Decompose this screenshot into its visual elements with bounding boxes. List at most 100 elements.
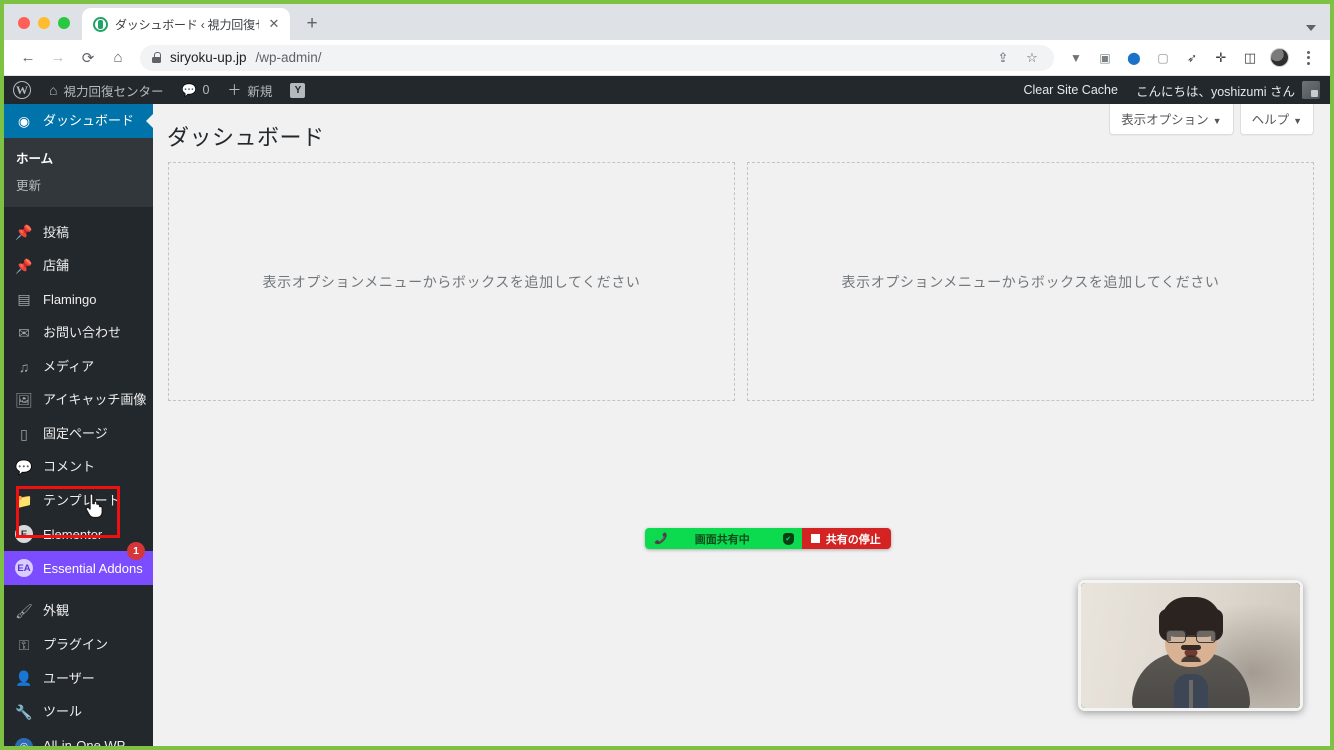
sidebar-item-pages[interactable]: ▯ 固定ページ bbox=[4, 417, 153, 451]
postbox-container-left[interactable]: 表示オプションメニューからボックスを追加してください bbox=[168, 162, 735, 401]
comments-menu[interactable]: 💬 0 bbox=[172, 76, 218, 104]
chevron-down-icon: ▼ bbox=[1293, 116, 1302, 126]
puzzle-extensions-icon[interactable]: ✛ bbox=[1207, 44, 1235, 72]
sidebar-item-ai1wm-migration[interactable]: ◎ All-in-One WP Migration bbox=[4, 729, 153, 746]
grammar-extension-icon[interactable]: ⬤ bbox=[1120, 44, 1148, 72]
empty-container-text: 表示オプションメニューからボックスを追加してください bbox=[841, 273, 1220, 290]
sidebar-item-label: ユーザー bbox=[43, 670, 95, 686]
screen-share-status-label: 画面共有中 bbox=[694, 533, 750, 546]
lock-icon bbox=[152, 52, 161, 63]
comment-icon: 💬 bbox=[15, 459, 33, 476]
sidebar-item-label: お問い合わせ bbox=[43, 325, 122, 341]
envelope-icon: ✉ bbox=[18, 324, 30, 341]
sidebar-item-comments[interactable]: 💬 コメント bbox=[4, 450, 153, 484]
sidebar-item-label: 外観 bbox=[43, 603, 70, 619]
image-icon: 🖼 bbox=[15, 392, 33, 409]
sidebar-item-users[interactable]: 👤 ユーザー bbox=[4, 662, 153, 696]
browser-toolbar: ← → ⟳ ⌂ siryoku-up.jp/wp-admin/ ⇪ ☆ ▼ ▣ … bbox=[4, 40, 1330, 76]
contacts-icon: ▤ bbox=[17, 291, 31, 308]
yoast-seo-menu[interactable]: Y bbox=[281, 76, 314, 104]
bookmark-star-icon[interactable]: ☆ bbox=[1022, 48, 1042, 68]
new-content-menu[interactable]: ＋ 新規 bbox=[218, 76, 281, 104]
screenshot-camera-icon[interactable]: ▣ bbox=[1091, 44, 1119, 72]
screen-options-button[interactable]: 表示オプション ▼ bbox=[1109, 104, 1234, 135]
submenu-item-home[interactable]: ホーム bbox=[4, 144, 153, 171]
wordpress-logo-icon: W bbox=[13, 81, 31, 99]
vimeo-extension-icon[interactable]: ▼ bbox=[1062, 44, 1090, 72]
plus-icon: ＋ bbox=[227, 82, 242, 98]
admin-sidebar-menu: ◉ ダッシュボード ホーム 更新 📌 投稿 📌 店舗 ▤ Flamingo ✉ … bbox=[4, 104, 153, 746]
url-path: /wp-admin/ bbox=[255, 50, 322, 65]
sidebar-item-label: アイキャッチ画像 bbox=[43, 392, 147, 408]
yoast-icon: Y bbox=[290, 82, 306, 98]
new-tab-button[interactable]: + bbox=[298, 10, 326, 38]
new-content-label: 新規 bbox=[247, 84, 273, 99]
user-avatar[interactable] bbox=[1302, 81, 1320, 99]
sidebar-item-label: All-in-One WP Migration bbox=[43, 737, 126, 746]
browser-menu-icon[interactable] bbox=[1294, 44, 1322, 72]
screen-share-frame: ダッシュボード ‹ 視力回復センタ… ✕ + ← → ⟳ ⌂ siryoku-u… bbox=[0, 0, 1334, 750]
metabox-holder: 表示オプションメニューからボックスを追加してください 表示オプションメニューから… bbox=[153, 162, 1330, 401]
maximize-window-button[interactable] bbox=[58, 17, 70, 29]
reload-icon[interactable]: ⟳ bbox=[74, 44, 102, 72]
menu-separator bbox=[4, 206, 153, 216]
sidebar-item-plugins[interactable]: ⚿ プラグイン bbox=[4, 628, 153, 662]
tab-close-icon[interactable]: ✕ bbox=[266, 16, 282, 32]
howdy-label: こんにちは、yoshizumi さん bbox=[1135, 84, 1295, 99]
sidebar-item-label: プラグイン bbox=[43, 637, 109, 653]
stop-sharing-label: 共有の停止 bbox=[825, 533, 881, 546]
back-icon[interactable]: ← bbox=[14, 44, 42, 72]
sidebar-item-tools[interactable]: 🔧 ツール bbox=[4, 695, 153, 729]
avatar[interactable] bbox=[1265, 44, 1293, 72]
site-name-menu[interactable]: ⌂ 視力回復センター bbox=[40, 76, 172, 104]
screen-share-status-bar: 📞 画面共有中 ✔ 共有の停止 bbox=[645, 528, 891, 549]
sidebar-item-label: メディア bbox=[43, 358, 95, 374]
clear-site-cache-button[interactable]: Clear Site Cache bbox=[1014, 76, 1127, 104]
loom-extension-icon[interactable]: ➶ bbox=[1178, 44, 1206, 72]
submenu-item-updates[interactable]: 更新 bbox=[4, 171, 153, 198]
address-bar[interactable]: siryoku-up.jp/wp-admin/ ⇪ ☆ bbox=[140, 44, 1054, 71]
screen-options-label: 表示オプション bbox=[1121, 113, 1209, 127]
side-panel-icon[interactable]: ◫ bbox=[1236, 44, 1264, 72]
tab-strip-right bbox=[1306, 25, 1330, 40]
sidebar-item-appearance[interactable]: 🖌 外観 bbox=[4, 594, 153, 628]
extension-icons: ▼ ▣ ⬤ ▢ ➶ ✛ ◫ bbox=[1062, 44, 1322, 72]
sidebar-item-templates[interactable]: 📁 テンプレート bbox=[4, 484, 153, 518]
sidebar-item-flamingo[interactable]: ▤ Flamingo bbox=[4, 283, 153, 317]
howdy-menu[interactable]: こんにちは、yoshizumi さん bbox=[1127, 76, 1295, 104]
tab-title: ダッシュボード ‹ 視力回復センタ… bbox=[115, 17, 259, 32]
elementor-icon: E bbox=[14, 525, 34, 544]
sidebar-item-posts[interactable]: 📌 投稿 bbox=[4, 216, 153, 250]
wp-logo-menu[interactable]: W bbox=[4, 76, 40, 104]
sidebar-item-featured-image[interactable]: 🖼 アイキャッチ画像 bbox=[4, 383, 153, 417]
browser-tab[interactable]: ダッシュボード ‹ 視力回復センタ… ✕ bbox=[82, 8, 290, 40]
webcam-subject-beard bbox=[1175, 645, 1206, 669]
sidebar-item-label: 投稿 bbox=[43, 224, 70, 240]
webcam-subject-glasses bbox=[1165, 629, 1216, 643]
help-button[interactable]: ヘルプ ▼ bbox=[1239, 104, 1314, 135]
comment-bubble-icon: 💬 bbox=[181, 83, 197, 97]
wrench-icon: 🔧 bbox=[15, 703, 33, 720]
postbox-container-right[interactable]: 表示オプションメニューからボックスを追加してください bbox=[747, 162, 1314, 401]
dashboard-submenu: ホーム 更新 bbox=[4, 137, 153, 207]
sidebar-item-dashboard[interactable]: ◉ ダッシュボード bbox=[4, 104, 153, 138]
empty-container-text: 表示オプションメニューからボックスを追加してください bbox=[262, 273, 641, 290]
chevron-down-icon: ▼ bbox=[1212, 116, 1222, 126]
webcam-video-thumbnail[interactable] bbox=[1078, 580, 1303, 711]
sidebar-item-essential-addons[interactable]: EA Essential Addons 1 bbox=[4, 542, 153, 586]
share-icon[interactable]: ⇪ bbox=[993, 48, 1013, 68]
home-icon[interactable]: ⌂ bbox=[104, 44, 132, 72]
sidebar-item-label: Flamingo bbox=[43, 291, 97, 307]
stop-sharing-button[interactable]: 共有の停止 bbox=[801, 528, 891, 549]
sidebar-item-shops[interactable]: 📌 店舗 bbox=[4, 249, 153, 283]
sidebar-item-contact[interactable]: ✉ お問い合わせ bbox=[4, 316, 153, 350]
sidebar-item-media[interactable]: ♫ メディア bbox=[4, 350, 153, 384]
minimize-window-button[interactable] bbox=[38, 17, 50, 29]
close-window-button[interactable] bbox=[18, 17, 30, 29]
forward-icon[interactable]: → bbox=[44, 44, 72, 72]
mouse-cursor-pointer-icon bbox=[84, 493, 106, 524]
brush-icon: 🖌 bbox=[15, 603, 33, 620]
notes-extension-icon[interactable]: ▢ bbox=[1149, 44, 1177, 72]
dashboard-icon: ◉ bbox=[17, 112, 31, 129]
chevron-down-icon[interactable] bbox=[1306, 25, 1316, 31]
